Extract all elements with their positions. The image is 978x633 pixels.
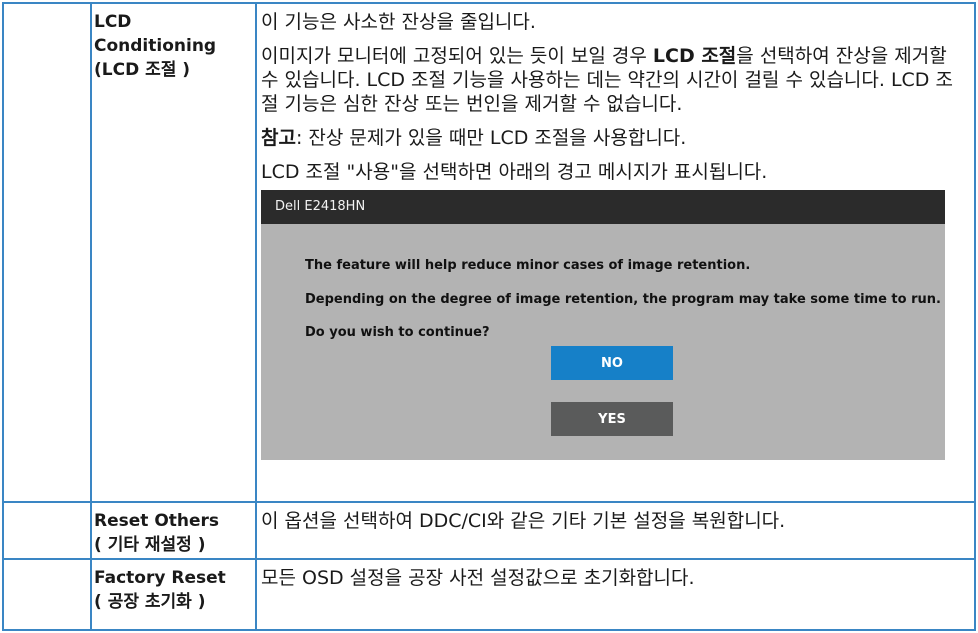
description-cell: 이 옵션을 선택하여 DDC/CI와 같은 기타 기본 설정을 복원합니다. [255, 501, 976, 560]
setting-name: Factory Reset [94, 567, 226, 588]
setting-name-line: Conditioning [94, 36, 217, 56]
osd-message: Depending on the degree of image retenti… [305, 292, 941, 307]
yes-button[interactable]: YES [551, 402, 673, 436]
table-row: LCD Conditioning (LCD 조절 ) 이 기능은 사소한 잔상을… [2, 1, 976, 504]
osd-title-bar: Dell E2418HN [261, 190, 945, 224]
note-label: 참고 [261, 127, 296, 149]
description-cell: 이 기능은 사소한 잔상을 줄입니다. 이미지가 모니터에 고정되어 있는 듯이… [255, 1, 976, 504]
description: 이 옵션을 선택하여 DDC/CI와 같은 기타 기본 설정을 복원합니다. [261, 510, 786, 533]
setting-name: LCD Conditioning (LCD 조절 ) [92, 4, 255, 82]
osd-dialog: Dell E2418HN The feature will help reduc… [261, 190, 945, 460]
setting-name-korean: ( 기타 재설정 ) [94, 535, 206, 556]
table-row: Reset Others ( 기타 재설정 ) 이 옵션을 선택하여 DDC/C… [2, 501, 976, 560]
blank-cell [2, 557, 92, 632]
setting-name-korean: ( 공장 초기화 ) [94, 591, 206, 612]
description-paragraph: 이미지가 모니터에 고정되어 있는 듯이 보일 경우 LCD 조절을 선택하여 … [261, 44, 968, 116]
description-paragraph: 이 기능은 사소한 잔상을 줄입니다. [261, 11, 536, 33]
setting-name-line: (LCD 조절 ) [94, 60, 191, 80]
description: 이 기능은 사소한 잔상을 줄입니다. 이미지가 모니터에 고정되어 있는 듯이… [257, 4, 974, 460]
note-paragraph: 참고: 잔상 문제가 있을 때만 LCD 조절을 사용합니다. [261, 126, 968, 150]
description: 모든 OSD 설정을 공장 사전 설정값으로 초기화합니다. [261, 566, 695, 589]
blank-cell [2, 1, 92, 504]
setting-name: Reset Others [94, 511, 220, 532]
osd-message: The feature will help reduce minor cases… [305, 258, 751, 273]
label-cell: Reset Others ( 기타 재설정 ) [90, 501, 257, 560]
blank-cell [2, 501, 92, 560]
description-paragraph: LCD 조절 "사용"을 선택하면 아래의 경고 메시지가 표시됩니다. [261, 161, 768, 183]
table-row: Factory Reset ( 공장 초기화 ) 모든 OSD 설정을 공장 사… [2, 557, 976, 632]
no-button[interactable]: NO [551, 346, 673, 380]
label-cell: LCD Conditioning (LCD 조절 ) [90, 1, 257, 504]
setting-name-line: LCD [94, 12, 132, 32]
label-cell: Factory Reset ( 공장 초기화 ) [90, 557, 257, 632]
bold-term: LCD 조절 [652, 45, 737, 67]
text-run: : 잔상 문제가 있을 때만 LCD 조절을 사용합니다. [295, 127, 687, 149]
osd-message: Do you wish to continue? [305, 325, 490, 340]
text-run: 이미지가 모니터에 고정되어 있는 듯이 보일 경우 [261, 45, 653, 67]
description-cell: 모든 OSD 설정을 공장 사전 설정값으로 초기화합니다. [255, 557, 976, 632]
settings-table: LCD Conditioning (LCD 조절 ) 이 기능은 사소한 잔상을… [2, 1, 976, 632]
